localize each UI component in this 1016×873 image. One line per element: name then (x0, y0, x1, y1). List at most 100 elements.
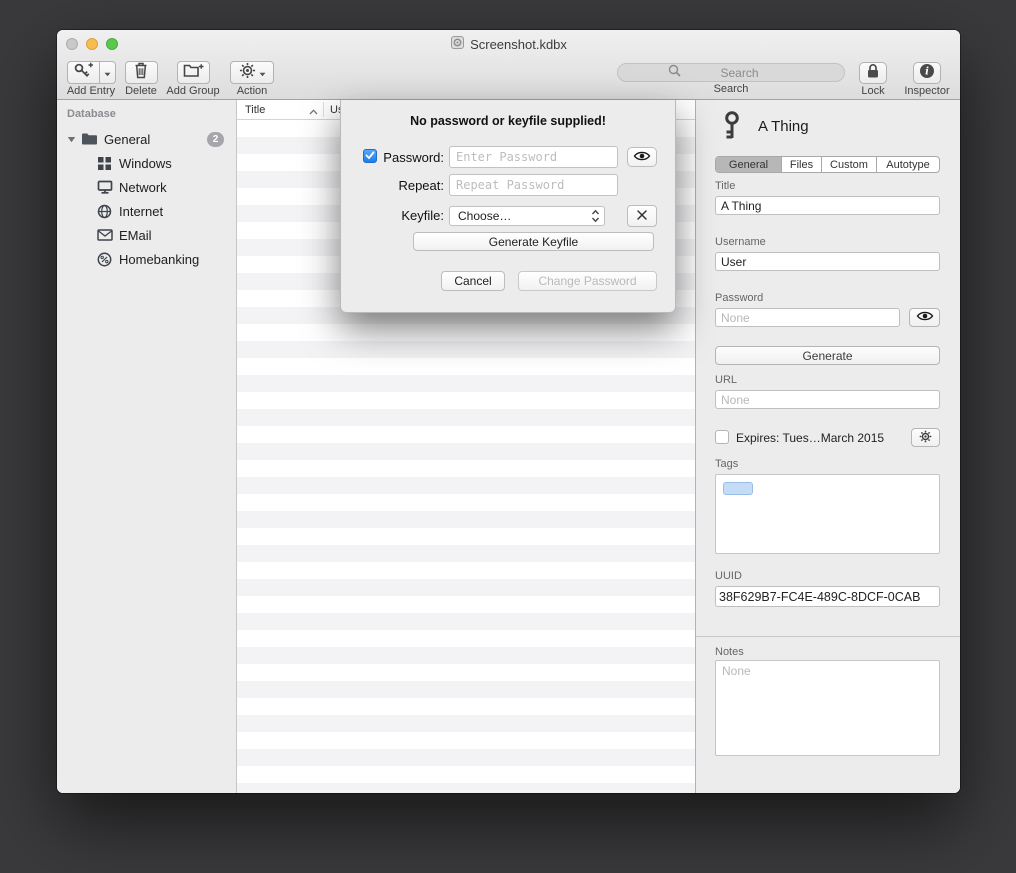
clear-keyfile-button[interactable] (627, 205, 657, 227)
column-divider[interactable] (323, 102, 324, 117)
document-icon (450, 35, 465, 53)
title-field[interactable] (715, 196, 940, 215)
add-group-button[interactable] (177, 61, 210, 84)
lock-icon (866, 63, 880, 84)
generate-keyfile-button[interactable]: Generate Keyfile (413, 232, 654, 251)
titlebar[interactable]: Screenshot.kdbx (57, 30, 960, 58)
folder-plus-icon (183, 62, 204, 83)
key-icon (719, 110, 745, 145)
cancel-button[interactable]: Cancel (441, 271, 505, 291)
group-label: Network (119, 180, 167, 195)
action-tool: Action (225, 61, 279, 97)
add-group-tool: Add Group (162, 61, 224, 97)
cancel-label: Cancel (454, 274, 491, 288)
group-label: Windows (119, 156, 172, 171)
username-field[interactable] (715, 252, 940, 271)
dialog-keyfile-label: Keyfile: (341, 208, 444, 223)
sidebar-item-email[interactable]: EMail (57, 223, 236, 247)
lock-label: Lock (861, 85, 884, 97)
add-entry-tool: Add Entry (63, 61, 119, 97)
keyfile-select-value: Choose… (458, 209, 511, 223)
expires-settings-button[interactable] (911, 428, 940, 447)
windows-icon (95, 156, 114, 171)
key-plus-icon (73, 61, 94, 84)
entry-title: A Thing (758, 118, 809, 135)
delete-button[interactable] (125, 61, 158, 84)
inspector-tool: i Inspector (899, 61, 955, 97)
globe-icon (95, 204, 114, 219)
gear-icon (239, 62, 256, 84)
tab-custom[interactable]: Custom (822, 157, 877, 172)
password-label: Password (715, 292, 763, 304)
svg-text:i: i (925, 66, 929, 77)
dialog-show-password-button[interactable] (627, 147, 657, 167)
generate-label: Generate (802, 349, 852, 363)
delete-label: Delete (125, 85, 157, 97)
tab-files[interactable]: Files (782, 157, 822, 172)
show-password-button[interactable] (909, 308, 940, 327)
gear-icon (919, 430, 932, 446)
url-label: URL (715, 374, 737, 386)
dialog-repeat-input[interactable] (449, 174, 618, 196)
tag-chip[interactable] (723, 482, 753, 495)
window-title: Screenshot.kdbx (470, 37, 567, 52)
sidebar-item-homebanking[interactable]: Homebanking (57, 247, 236, 271)
generate-keyfile-label: Generate Keyfile (489, 235, 578, 249)
column-header-title[interactable]: Title (245, 104, 265, 116)
add-group-label: Add Group (166, 85, 219, 97)
expires-checkbox[interactable] (715, 430, 729, 444)
folder-icon (80, 132, 99, 146)
app-window: Screenshot.kdbx (57, 30, 960, 793)
dialog-message: No password or keyfile supplied! (341, 114, 675, 128)
password-dialog: No password or keyfile supplied! Passwor… (340, 100, 676, 313)
dialog-password-label: Password: (341, 150, 444, 165)
search-label: Search (714, 83, 749, 95)
inspector-label: Inspector (904, 85, 949, 97)
expires-label: Expires: Tues…March 2015 (736, 431, 884, 445)
password-field[interactable] (715, 308, 900, 327)
dialog-password-input[interactable] (449, 146, 618, 168)
action-label: Action (237, 85, 268, 97)
lock-button[interactable] (859, 62, 887, 84)
notes-field[interactable] (715, 660, 940, 756)
add-entry-button[interactable] (67, 61, 100, 84)
uuid-field[interactable] (715, 586, 940, 607)
change-password-button[interactable]: Change Password (518, 271, 657, 291)
toolbar: Add Entry Delete (57, 58, 960, 100)
tab-general[interactable]: General (716, 157, 782, 172)
uuid-label: UUID (715, 570, 742, 582)
sort-ascending-icon (309, 106, 318, 118)
tab-autotype[interactable]: Autotype (877, 157, 939, 172)
keyfile-select[interactable]: Choose… (449, 206, 605, 226)
notes-label: Notes (715, 646, 744, 658)
sidebar-section-header: Database (67, 108, 236, 120)
action-button[interactable] (230, 61, 274, 84)
generate-password-button[interactable]: Generate (715, 346, 940, 365)
info-icon: i (919, 63, 935, 84)
search-icon (668, 64, 681, 82)
inspector-button[interactable]: i (913, 62, 941, 84)
tags-box[interactable] (715, 474, 940, 554)
sidebar-item-windows[interactable]: Windows (57, 151, 236, 175)
percent-coin-icon (95, 252, 114, 267)
sidebar-item-general[interactable]: General 2 (57, 127, 236, 151)
monitor-icon (95, 180, 114, 194)
sidebar-item-network[interactable]: Network (57, 175, 236, 199)
sidebar: Database General 2 Windows (57, 100, 237, 793)
add-entry-dropdown-button[interactable] (100, 61, 116, 84)
search-field[interactable] (617, 63, 845, 82)
sidebar-item-internet[interactable]: Internet (57, 199, 236, 223)
disclosure-triangle-icon[interactable] (67, 136, 80, 143)
dialog-repeat-label: Repeat: (341, 178, 444, 193)
username-label: Username (715, 236, 766, 248)
url-field[interactable] (715, 390, 940, 409)
stepper-icon (591, 209, 600, 223)
inspector-panel: A Thing General Files Custom Autotype Ti… (695, 100, 960, 793)
window-header: Screenshot.kdbx (57, 30, 960, 100)
change-password-label: Change Password (538, 274, 636, 288)
group-label: General (104, 132, 150, 147)
search-input[interactable] (685, 66, 795, 80)
group-tree: General 2 Windows Network (57, 127, 236, 271)
search-tool: Search (615, 61, 847, 95)
entry-count-badge: 2 (207, 132, 224, 147)
